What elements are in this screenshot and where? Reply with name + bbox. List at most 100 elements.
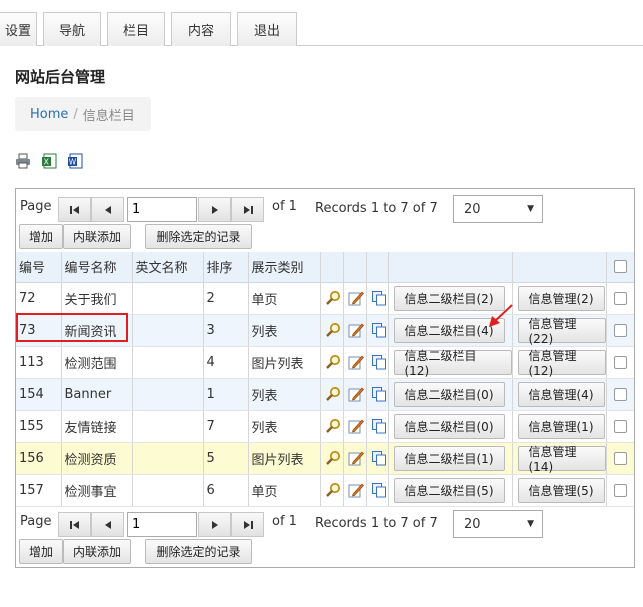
view-icon[interactable] (325, 386, 341, 402)
view-icon[interactable] (325, 418, 341, 434)
table-row: 157 检测事宜 6 单页 信息二级栏目(5) 信息管理(5) (16, 474, 634, 507)
inline-add-button[interactable]: 内联添加 (63, 224, 131, 249)
cell-view (320, 378, 344, 411)
tab-settings[interactable]: 设置 (0, 12, 37, 46)
copy-icon[interactable] (371, 354, 387, 370)
prev-page-icon (104, 520, 111, 529)
add-button[interactable]: 增加 (19, 539, 63, 564)
copy-icon[interactable] (371, 482, 387, 498)
prev-page-button[interactable] (91, 197, 124, 222)
row-checkbox[interactable] (613, 323, 627, 337)
cell-order: 7 (203, 410, 249, 443)
prev-page-icon (104, 205, 111, 214)
view-icon[interactable] (325, 290, 341, 306)
next-page-button[interactable] (198, 197, 231, 222)
page-number-input[interactable] (127, 512, 197, 537)
breadcrumb-separator: / (73, 106, 78, 122)
page-number-input[interactable] (127, 197, 197, 222)
col-header-id[interactable]: 编号 (16, 252, 62, 283)
cell-edit (343, 346, 367, 379)
first-page-button[interactable] (58, 512, 91, 537)
last-page-button[interactable] (231, 197, 264, 222)
add-button[interactable]: 增加 (19, 224, 63, 249)
inline-add-button[interactable]: 内联添加 (63, 539, 131, 564)
tab-navigation[interactable]: 导航 (43, 12, 101, 46)
cell-edit (343, 410, 367, 443)
cell-name: 检测事宜 (61, 474, 133, 507)
tab-columns[interactable]: 栏目 (107, 12, 165, 46)
cell-select (606, 474, 634, 507)
cell-manage: 信息管理(5) (512, 474, 607, 507)
cell-en-name (132, 442, 204, 475)
cell-name: Banner (61, 378, 133, 411)
view-icon[interactable] (325, 450, 341, 466)
sub-category-button[interactable]: 信息二级栏目(12) (393, 349, 512, 378)
row-checkbox[interactable] (613, 355, 627, 369)
cell-copy (366, 314, 389, 347)
cell-copy (366, 410, 389, 443)
cell-edit (343, 314, 367, 347)
sub-category-button[interactable]: 信息二级栏目(1) (393, 445, 505, 471)
col-header-blank (343, 252, 367, 283)
copy-icon[interactable] (371, 290, 387, 306)
copy-icon[interactable] (371, 450, 387, 466)
row-checkbox[interactable] (613, 451, 627, 465)
edit-icon[interactable] (348, 482, 364, 498)
edit-icon[interactable] (348, 386, 364, 402)
tab-content[interactable]: 内容 (171, 12, 231, 46)
row-checkbox[interactable] (613, 291, 627, 305)
cell-en-name (132, 282, 204, 315)
print-icon[interactable] (15, 153, 31, 169)
info-manage-button[interactable]: 信息管理(4) (517, 381, 605, 407)
cell-display-type: 图片列表 (248, 346, 321, 379)
tab-logout[interactable]: 退出 (237, 12, 297, 46)
view-icon[interactable] (325, 482, 341, 498)
info-manage-button[interactable]: 信息管理(22) (517, 317, 606, 346)
row-checkbox[interactable] (613, 483, 627, 497)
cell-sub-category: 信息二级栏目(1) (388, 442, 513, 475)
copy-icon[interactable] (371, 322, 387, 338)
info-manage-button[interactable]: 信息管理(5) (517, 477, 605, 503)
row-checkbox[interactable] (613, 387, 627, 401)
col-header-name[interactable]: 编号名称 (61, 252, 133, 283)
edit-icon[interactable] (348, 418, 364, 434)
breadcrumb-home[interactable]: Home (30, 107, 68, 122)
col-header-en-name[interactable]: 英文名称 (132, 252, 204, 283)
copy-icon[interactable] (371, 418, 387, 434)
cell-edit (343, 378, 367, 411)
info-manage-button[interactable]: 信息管理(2) (517, 285, 605, 311)
sub-category-button[interactable]: 信息二级栏目(0) (393, 413, 505, 439)
col-header-order[interactable]: 排序 (203, 252, 249, 283)
page-size-select[interactable]: 20 ▼ (453, 195, 543, 223)
edit-icon[interactable] (348, 450, 364, 466)
select-all-checkbox[interactable] (613, 260, 627, 274)
delete-selected-button[interactable]: 删除选定的记录 (145, 539, 252, 564)
view-icon[interactable] (325, 354, 341, 370)
cell-view (320, 474, 344, 507)
info-manage-button[interactable]: 信息管理(14) (517, 445, 606, 474)
word-icon[interactable]: W (67, 153, 83, 169)
copy-icon[interactable] (371, 386, 387, 402)
next-page-button[interactable] (198, 512, 231, 537)
row-checkbox[interactable] (613, 419, 627, 433)
first-page-icon (69, 520, 79, 529)
sub-category-button[interactable]: 信息二级栏目(0) (393, 381, 505, 407)
svg-text:X: X (44, 158, 50, 167)
delete-selected-button[interactable]: 删除选定的记录 (145, 224, 252, 249)
last-page-button[interactable] (231, 512, 264, 537)
info-manage-button[interactable]: 信息管理(1) (517, 413, 605, 439)
prev-page-button[interactable] (91, 512, 124, 537)
view-icon[interactable] (325, 322, 341, 338)
col-header-display-type[interactable]: 展示类别 (248, 252, 321, 283)
first-page-button[interactable] (58, 197, 91, 222)
cell-display-type: 列表 (248, 314, 321, 347)
sub-category-button[interactable]: 信息二级栏目(5) (393, 477, 505, 503)
annotation-highlight-box (16, 313, 128, 342)
page-size-select[interactable]: 20 ▼ (453, 510, 543, 538)
edit-icon[interactable] (348, 322, 364, 338)
excel-icon[interactable]: X (41, 153, 57, 169)
info-manage-button[interactable]: 信息管理(12) (517, 349, 606, 378)
page-label: Page (20, 514, 52, 529)
edit-icon[interactable] (348, 354, 364, 370)
edit-icon[interactable] (348, 290, 364, 306)
